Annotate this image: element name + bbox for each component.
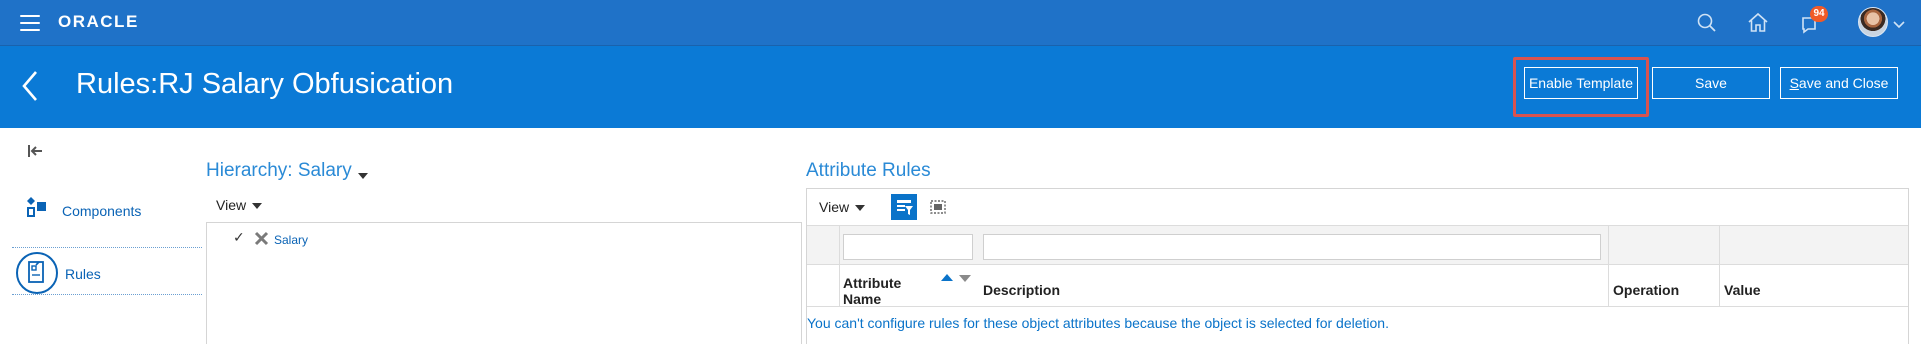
hierarchy-dropdown-icon[interactable] <box>358 167 368 185</box>
notification-badge: 94 <box>1810 6 1828 22</box>
view-label: View <box>216 197 247 213</box>
sort-descending-icon[interactable] <box>959 275 971 282</box>
delete-mark-icon <box>254 231 269 246</box>
back-icon[interactable] <box>18 68 42 104</box>
menu-icon[interactable] <box>20 15 40 31</box>
chevron-down-icon[interactable] <box>1893 16 1905 34</box>
hierarchy-view-menu[interactable]: View <box>216 197 263 213</box>
sidebar-item-rules[interactable]: Rules <box>12 250 202 296</box>
collapse-panel-icon[interactable] <box>26 142 46 160</box>
empty-table-message: You can't configure rules for these obje… <box>807 315 1389 331</box>
attribute-rules-title: Attribute Rules <box>806 160 931 181</box>
table-toolbar: View <box>807 189 1908 225</box>
divider <box>12 294 202 295</box>
rules-icon <box>16 252 58 294</box>
column-header-attribute-name[interactable]: Attribute Name <box>843 275 933 307</box>
sidebar-item-label: Components <box>62 203 142 219</box>
components-icon <box>25 195 49 224</box>
user-avatar[interactable] <box>1858 7 1888 37</box>
left-sidebar: Components Rules <box>12 128 202 344</box>
search-icon[interactable] <box>1694 10 1720 36</box>
attribute-name-filter-input[interactable] <box>843 234 973 260</box>
query-by-example-icon[interactable] <box>891 194 917 220</box>
column-header-description[interactable]: Description <box>983 282 1060 298</box>
tree-node-salary[interactable]: Salary <box>274 233 308 247</box>
sidebar-item-components[interactable]: Components <box>12 188 202 234</box>
hierarchy-title: Hierarchy: Salary <box>206 160 352 181</box>
sidebar-item-label: Rules <box>65 266 101 282</box>
view-label: View <box>819 199 850 215</box>
chevron-down-icon <box>855 205 866 212</box>
divider <box>12 247 202 248</box>
save-and-close-button[interactable]: Save and Close <box>1780 67 1898 99</box>
global-header: ORACLE 94 <box>0 0 1921 46</box>
home-icon[interactable] <box>1745 10 1771 36</box>
detach-table-icon[interactable] <box>925 194 951 220</box>
filter-row <box>807 225 1908 265</box>
save-button[interactable]: Save <box>1652 67 1770 99</box>
check-icon[interactable]: ✓ <box>233 229 245 246</box>
description-filter-input[interactable] <box>983 234 1601 260</box>
attribute-rules-table: View Attribute Name Description Operatio… <box>806 188 1909 344</box>
sort-ascending-icon[interactable] <box>941 274 953 281</box>
enable-template-button[interactable]: Enable Template <box>1524 67 1638 99</box>
table-header: Attribute Name Description Operation Val… <box>807 265 1908 307</box>
chevron-down-icon <box>252 203 263 210</box>
column-header-value[interactable]: Value <box>1724 282 1761 298</box>
page-title: Rules:RJ Salary Obfusication <box>76 68 454 100</box>
oracle-logo[interactable]: ORACLE <box>58 12 139 32</box>
hierarchy-tree: ✓ Salary <box>206 222 802 344</box>
attribute-view-menu[interactable]: View <box>819 199 866 215</box>
column-header-operation[interactable]: Operation <box>1613 282 1679 298</box>
